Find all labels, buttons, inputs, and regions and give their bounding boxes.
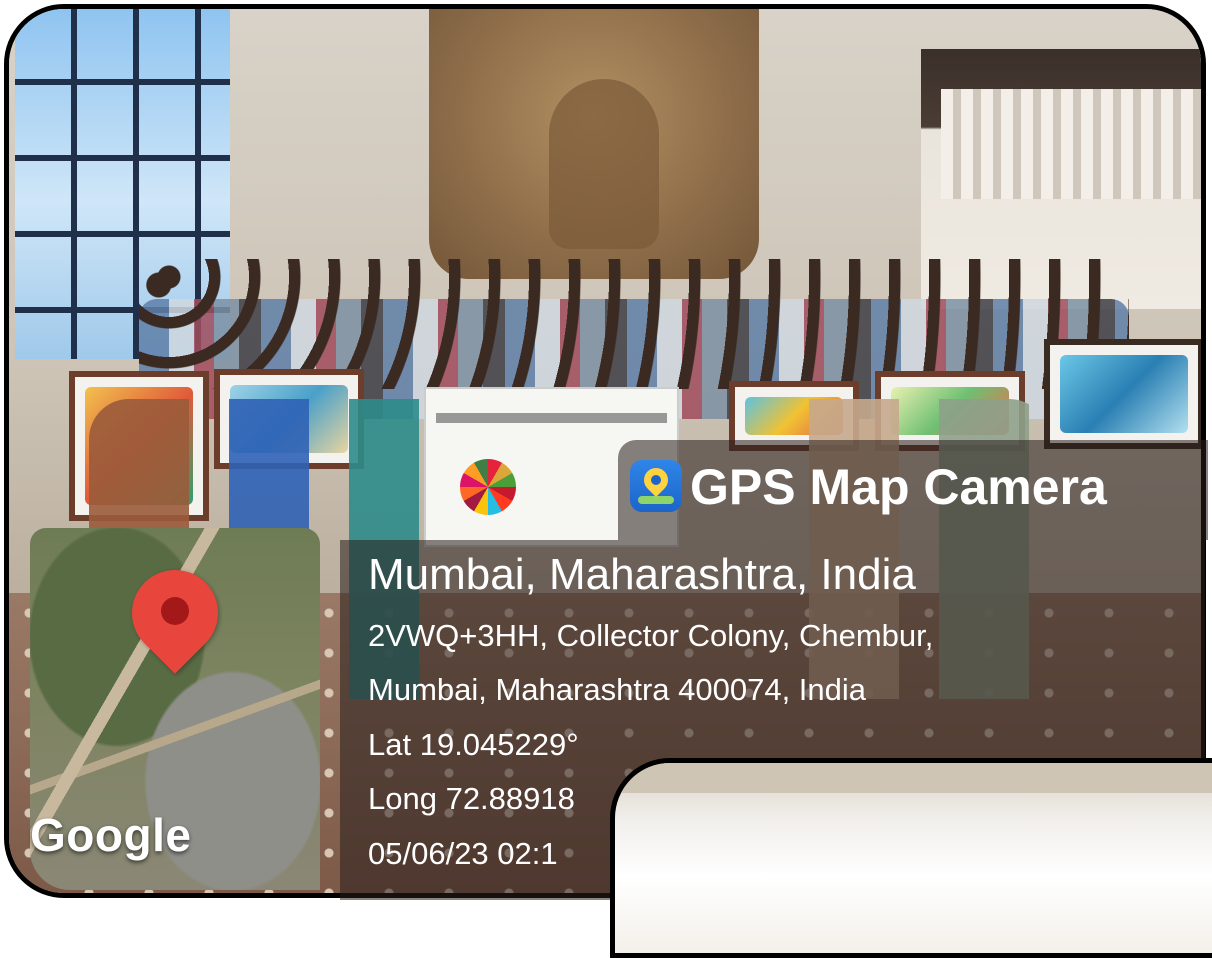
- address-line-1: 2VWQ+3HH, Collector Colony, Chembur,: [368, 618, 934, 653]
- location-title: Mumbai, Maharashtra, India: [368, 550, 916, 599]
- overlapping-photo-card: [610, 758, 1212, 958]
- poster-far-right: [1044, 339, 1201, 449]
- address-line-2: Mumbai, Maharashtra 400074, India: [368, 672, 867, 707]
- latitude-text: Lat 19.045229°: [368, 727, 579, 762]
- gps-map-camera-icon: [630, 460, 682, 512]
- sculpture-figure: [549, 79, 659, 249]
- app-title: GPS Map Camera: [690, 459, 1107, 515]
- longitude-text: Long 72.88918: [368, 781, 575, 816]
- map-pin-dot: [161, 597, 189, 625]
- datetime-text: 05/06/23 02:1: [368, 836, 558, 871]
- balustrade: [941, 89, 1201, 199]
- map-brand-label: Google: [30, 809, 192, 861]
